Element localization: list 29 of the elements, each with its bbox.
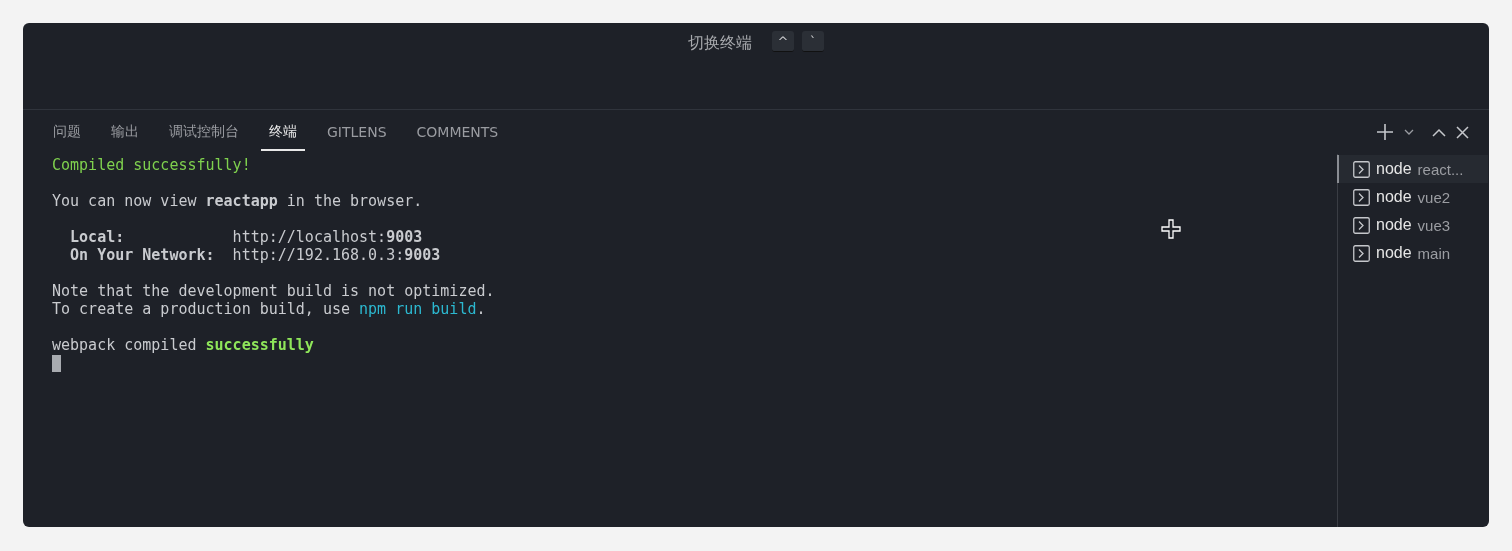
terminal-list-item[interactable]: node main <box>1337 239 1488 267</box>
terminal-icon <box>1353 188 1370 206</box>
add-icon[interactable] <box>1376 123 1394 141</box>
terminal-line: Compiled successfully! <box>52 156 251 174</box>
terminal-list-item[interactable]: node vue2 <box>1337 183 1488 211</box>
panel-tab[interactable]: COMMENTS <box>408 114 507 150</box>
panel-tab[interactable]: 问题 <box>45 113 89 151</box>
terminal-list-item[interactable]: node vue3 <box>1337 211 1488 239</box>
keyboard-key: ` <box>802 31 824 52</box>
window-title: 切换终端 <box>688 33 753 53</box>
terminal-icon <box>1353 160 1370 178</box>
panel-tab[interactable]: GITLENS <box>319 114 395 150</box>
chevron-down-icon[interactable] <box>1404 128 1414 136</box>
terminal-line: You can now view reactapp in the browser. <box>52 192 423 210</box>
panel-tab[interactable]: 调试控制台 <box>161 113 247 151</box>
close-icon[interactable] <box>1456 125 1469 139</box>
panel-tab[interactable]: 输出 <box>103 113 147 151</box>
terminal-line: On Your Network: http://192.168.0.3:9003 <box>69 246 441 264</box>
maximize-icon[interactable] <box>1432 127 1446 137</box>
crosshair-pointer-icon <box>1161 219 1181 239</box>
terminal-icon <box>1353 244 1370 262</box>
terminal-line: Local: http://localhost:9003 <box>69 228 423 246</box>
terminal-line: webpack compiled successfully <box>52 336 314 354</box>
terminal-line: Note that the development build is not optimized. <box>52 282 495 300</box>
terminal-icon <box>1353 216 1370 234</box>
panel-tab[interactable]: 终端 <box>261 113 305 151</box>
terminal-list-item[interactable]: node react... <box>1337 155 1488 183</box>
terminal-line: To create a production build, use npm run build. <box>52 300 486 318</box>
keyboard-key: ^ <box>772 31 794 52</box>
